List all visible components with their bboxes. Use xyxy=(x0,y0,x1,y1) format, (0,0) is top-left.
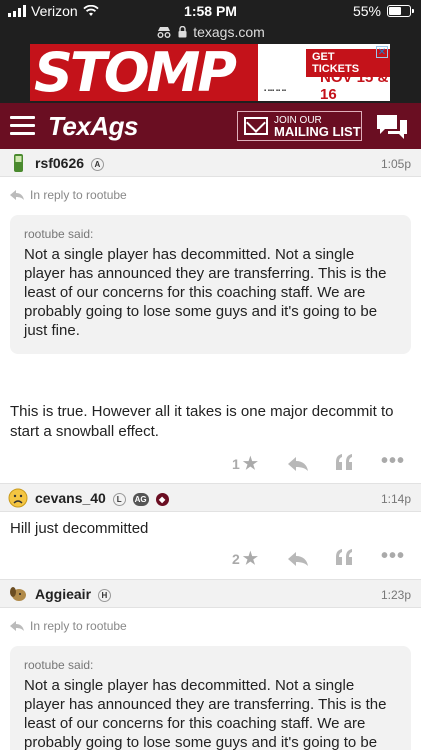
star-count: 2 xyxy=(232,551,240,567)
battery-group: 55% xyxy=(352,3,414,19)
username-text: cevans_40 xyxy=(35,490,106,506)
user-badge: AG xyxy=(132,492,149,506)
ad-info: GET TICKETS ✕ NOV 15 & 16 ▪ ▪▪▪ ▪▪ ▪▪ xyxy=(258,44,390,101)
reply-arrow-icon xyxy=(10,190,24,200)
post-body: This is true. However all it takes is on… xyxy=(10,403,394,440)
site-logo[interactable]: TexAgs xyxy=(48,111,138,142)
site-header: TexAgs JOIN OUR MAILING LIST xyxy=(0,103,421,149)
star-button[interactable]: 1 ★ xyxy=(232,454,258,474)
user-badge: H xyxy=(97,588,111,602)
more-options-icon[interactable]: ••• xyxy=(381,450,405,473)
lock-icon xyxy=(178,26,187,38)
envelope-icon xyxy=(244,117,268,135)
reply-to-text: In reply to rootube xyxy=(30,619,127,633)
post-time: 1:14p xyxy=(380,492,411,506)
quote-text: Not a single player has decommitted. Not… xyxy=(24,677,387,750)
ad-dates: NOV 15 & 16 xyxy=(320,69,389,101)
post-actions: 2 ★ ••• xyxy=(0,539,421,580)
sad-face-avatar-icon xyxy=(8,488,28,508)
quote-text: Not a single player has decommitted. Not… xyxy=(24,246,387,339)
reply-to-link[interactable]: In reply to rootube xyxy=(0,608,421,636)
username-text: rsf0626 xyxy=(35,155,85,171)
post-username[interactable]: Aggieair H xyxy=(35,586,111,602)
post-actions: 1 ★ ••• xyxy=(0,442,421,484)
thread: rsf0626 A 1:05p In reply to rootube root… xyxy=(0,149,421,750)
reply-arrow-icon xyxy=(10,621,24,631)
star-button[interactable]: 2 ★ xyxy=(232,549,258,569)
menu-icon[interactable] xyxy=(10,116,35,140)
username-text: Aggieair xyxy=(35,586,92,602)
dog-avatar-icon xyxy=(10,587,26,601)
star-count: 1 xyxy=(232,456,240,472)
post-body: Hill just decommitted xyxy=(10,520,149,537)
post-header: rsf0626 A 1:05p xyxy=(0,149,421,177)
quote-author: rootube said: xyxy=(24,227,94,241)
url-bar[interactable]: texags.com xyxy=(0,22,421,42)
quote-author: rootube said: xyxy=(24,658,94,672)
private-browsing-icon xyxy=(157,27,171,38)
mailing-list-button[interactable]: JOIN OUR MAILING LIST xyxy=(237,111,362,141)
quote-icon[interactable] xyxy=(335,549,353,565)
post-time: 1:05p xyxy=(380,157,411,171)
ad-headline: STOMP xyxy=(30,44,258,101)
chat-icon[interactable] xyxy=(375,113,409,141)
reply-to-text: In reply to rootube xyxy=(30,188,127,202)
ad-container: STOMP GET TICKETS ✕ NOV 15 & 16 ▪ ▪▪▪ ▪▪… xyxy=(0,42,421,103)
more-options-icon[interactable]: ••• xyxy=(381,545,405,568)
url-text: texags.com xyxy=(193,24,265,40)
star-icon: ★ xyxy=(242,549,259,568)
quote-icon[interactable] xyxy=(335,454,353,470)
reply-icon[interactable] xyxy=(288,552,308,566)
battery-icon xyxy=(387,5,414,17)
user-badge: L xyxy=(112,492,126,506)
post-username[interactable]: rsf0626 A xyxy=(35,155,104,171)
star-icon: ★ xyxy=(242,454,259,473)
ad-sponsor-logos: ▪ ▪▪▪ ▪▪ ▪▪ xyxy=(264,88,287,94)
battery-percent: 55% xyxy=(352,3,381,19)
reply-to-link[interactable]: In reply to rootube xyxy=(0,177,421,205)
team-logo-icon: ◆ xyxy=(155,492,169,506)
post: cevans_40 L AG ◆ 1:14p Hill just decommi… xyxy=(0,484,421,580)
user-badge: A xyxy=(90,157,104,171)
post-time: 1:23p xyxy=(380,588,411,602)
reply-icon[interactable] xyxy=(288,457,308,471)
post: rsf0626 A 1:05p In reply to rootube root… xyxy=(0,149,421,484)
quote-block: rootube said: Not a single player has de… xyxy=(10,646,411,750)
post: Aggieair H 1:23p In reply to rootube roo… xyxy=(0,580,421,750)
phone-avatar-icon xyxy=(14,154,23,172)
post-username[interactable]: cevans_40 L AG ◆ xyxy=(35,490,169,506)
post-header: Aggieair H 1:23p xyxy=(0,580,421,608)
mailing-list-label: MAILING LIST xyxy=(274,124,361,139)
quote-block: rootube said: Not a single player has de… xyxy=(10,215,411,354)
post-header: cevans_40 L AG ◆ 1:14p xyxy=(0,484,421,512)
ad-banner[interactable]: STOMP GET TICKETS ✕ NOV 15 & 16 ▪ ▪▪▪ ▪▪… xyxy=(30,44,390,101)
status-bar: Verizon 1:58 PM 55% xyxy=(0,0,421,22)
ad-close-icon[interactable]: ✕ xyxy=(376,46,388,58)
